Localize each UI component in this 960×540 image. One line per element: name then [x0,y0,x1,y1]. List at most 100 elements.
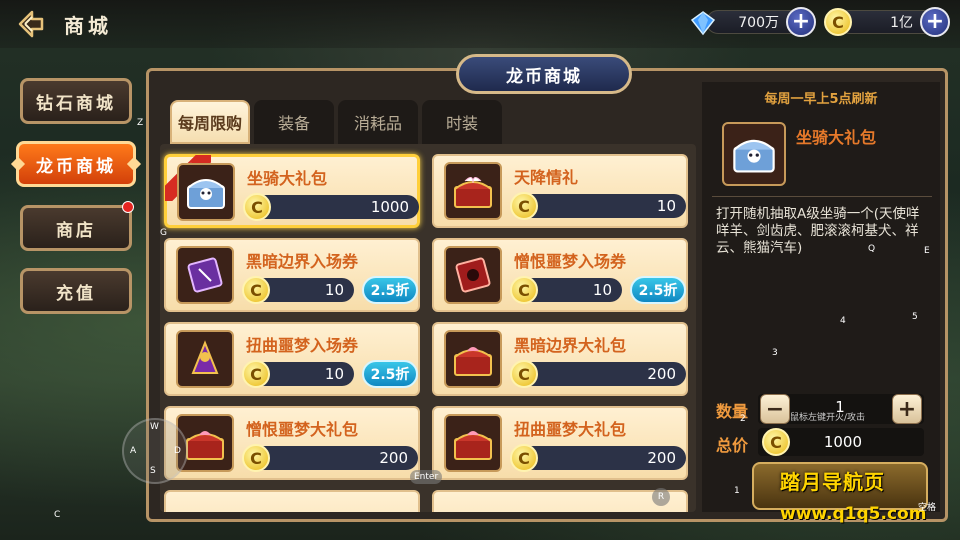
gift-chest-icon [444,330,502,388]
item-price: 10 [592,281,612,299]
key-hint-enter: Enter [410,470,443,484]
item-description: 打开随机抽取A级坐骑一个(天使咩咩羊、剑齿虎、肥滚滚柯基犬、祥云、熊猫汽车) [716,206,920,256]
coin-icon: C [510,192,538,220]
nav-label: 商店 [56,220,96,241]
item-price: 200 [647,365,676,383]
item-price: 200 [379,449,408,467]
tab-weekly-limited[interactable]: 每周限购 [170,100,250,144]
diamond-icon [690,11,716,36]
coin-icon: C [242,360,270,388]
increase-quantity-button[interactable]: + [892,394,922,424]
tab-fashion[interactable]: 时装 [422,100,502,144]
total-price: 1000 [823,433,862,451]
coin-icon: C [510,360,538,388]
key-hint-d: D [174,446,181,456]
detail-item-name: 坐骑大礼包 [796,128,877,147]
item-price: 10 [324,365,344,383]
total-label: 总价 [716,436,749,455]
coin-icon: C [243,193,271,221]
item-card[interactable]: 扭曲噩梦大礼包 C 200 [432,406,688,480]
quantity-hint: 鼠标左键开火/攻击 [790,413,866,423]
key-hint-c: C [54,510,61,520]
item-name: 憎恨噩梦入场券 [514,252,627,271]
tab-equipment[interactable]: 装备 [254,100,334,144]
page-title: 商城 [64,14,112,38]
top-bar: 商城 700万 + 1亿 C + [0,0,960,48]
tab-consumables[interactable]: 消耗品 [338,100,418,144]
key-hint-s: S [150,466,156,476]
ticket-icon [444,246,502,304]
key-hint-a: A [130,446,137,456]
coin-icon: C [242,276,270,304]
item-price: 1000 [370,198,409,216]
dragon-coin-amount: 1亿 [890,15,913,31]
nav-label: 充值 [56,283,96,304]
add-dragon-coin-button[interactable]: + [920,7,950,37]
panel-title: 龙币商城 [456,54,632,94]
item-card[interactable]: 憎恨噩梦大礼包 C 200 [164,406,420,480]
watermark-title: 踏月导航页 [780,470,885,494]
total-price-field: C 1000 [758,428,924,456]
chest-icon [722,122,786,186]
refresh-note: 每周一早上5点刷新 [764,92,878,107]
item-name: 扭曲噩梦入场券 [246,336,359,355]
item-price: 10 [656,197,676,215]
key-hint-3: 3 [772,348,778,358]
diamond-amount: 700万 [738,15,779,31]
item-card[interactable] [164,490,420,512]
key-hint-w: W [150,422,159,432]
gift-chest-icon [444,162,502,220]
item-name: 憎恨噩梦大礼包 [246,420,359,439]
shop-tabs: 每周限购 装备 消耗品 时装 [170,100,502,144]
price-bar: C 200 [242,444,418,472]
add-diamond-button[interactable]: + [786,7,816,37]
discount-badge: 2.5折 [630,276,686,304]
price-bar: C 200 [510,360,686,388]
price-bar: C 200 [510,444,686,472]
item-price: 10 [324,281,344,299]
nav-recharge[interactable]: 充值 [20,268,132,314]
dragon-coin-icon: C [824,8,852,36]
nav-diamond-shop[interactable]: 钻石商城 [20,78,132,124]
key-hint-1: 1 [734,486,740,496]
coin-icon: C [762,428,790,456]
key-hint-e: E [924,246,930,256]
nav-dragon-coin-shop[interactable]: 龙币商城 [10,141,142,187]
item-card[interactable]: 扭曲噩梦入场券 C 10 2.5折 [164,322,420,396]
price-bar: C 10 [510,276,622,304]
item-card[interactable]: 黑暗边界大礼包 C 200 [432,322,688,396]
nav-store[interactable]: 商店 [20,205,132,251]
key-hint-r: R [652,488,670,506]
price-bar: C 10 [510,192,686,220]
key-hint-space: 空格 [918,503,937,513]
key-hint-q: Q [868,244,876,254]
gift-chest-icon [444,414,502,472]
key-hint-z: Z [137,118,144,128]
watermark-url: www.q1q5.com [780,504,927,524]
item-grid[interactable]: 新品 坐骑大礼包 C1000 天降情礼 C10 黑暗边界入场券 C10 2.5折… [160,144,696,512]
discount-badge: 2.5折 [362,360,418,388]
item-card[interactable]: 黑暗边界入场券 C 10 2.5折 [164,238,420,312]
item-card[interactable]: 新品 坐骑大礼包 C1000 [164,154,420,228]
item-name: 黑暗边界入场券 [246,252,359,271]
decrease-quantity-button[interactable]: − [760,394,790,424]
item-card[interactable]: 天降情礼 C 10 [432,154,688,228]
item-price: 200 [647,449,676,467]
back-button[interactable] [14,8,48,40]
ticket-icon [176,246,234,304]
divider [712,196,932,197]
price-bar: C 10 [242,360,354,388]
nav-label: 龙币商城 [36,156,116,177]
chest-icon [177,163,235,221]
item-card[interactable]: 憎恨噩梦入场券 C 10 2.5折 [432,238,688,312]
coin-icon: C [510,276,538,304]
nav-label: 钻石商城 [36,93,116,114]
notification-dot [122,201,134,213]
ticket-icon [176,330,234,388]
item-name: 天降情礼 [514,168,579,187]
coin-icon: C [510,444,538,472]
item-name: 黑暗边界大礼包 [514,336,627,355]
price-bar: C 1000 [243,193,419,221]
item-card[interactable] [432,490,688,512]
key-hint-4: 4 [840,316,846,326]
